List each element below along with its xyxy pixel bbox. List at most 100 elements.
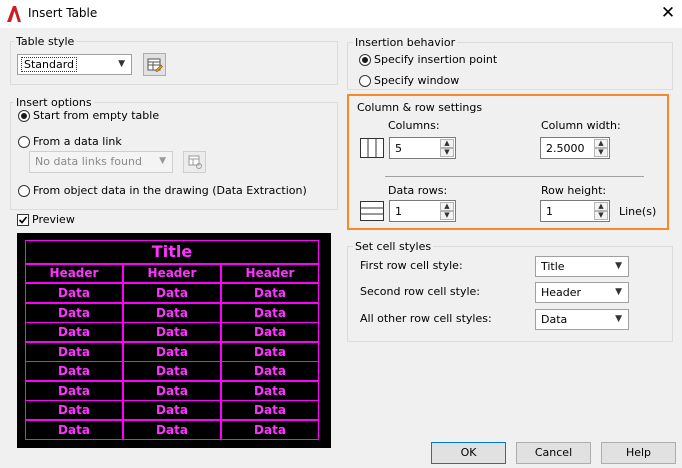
preview-data-cell: Data — [123, 380, 221, 401]
preview-data-cell: Data — [221, 361, 319, 381]
from-object-radio[interactable] — [18, 185, 30, 197]
data-rows-input[interactable]: 1 ▲ ▼ — [389, 200, 456, 222]
columns-value: 5 — [395, 142, 402, 155]
second-row-style-value: Header — [541, 286, 582, 299]
preview-data-cell: Data — [221, 322, 319, 342]
columns-icon — [360, 138, 384, 158]
preview-data-cell: Data — [221, 302, 319, 323]
preview-data-cell: Data — [25, 419, 123, 440]
row-height-input[interactable]: 1 ▲ ▼ — [540, 200, 610, 222]
help-button[interactable]: Help — [601, 442, 676, 464]
preview-data-cell: Data — [25, 400, 123, 420]
preview-data-cell: Data — [221, 400, 319, 420]
preview-data-cell: Data — [25, 341, 123, 362]
preview-data-cell: Data — [123, 400, 221, 420]
data-link-manager-button[interactable] — [183, 151, 206, 173]
spin-down-icon[interactable]: ▼ — [594, 148, 608, 157]
second-row-style-label: Second row cell style: — [360, 285, 480, 298]
row-height-label: Row height: — [541, 184, 607, 197]
preview-data-cell: Data — [123, 419, 221, 440]
table-style-dialog-button[interactable] — [143, 53, 166, 76]
preview-data-cell: Data — [25, 322, 123, 342]
preview-data-cell: Data — [25, 361, 123, 381]
spin-down-icon[interactable]: ▼ — [594, 211, 608, 220]
spin-up-icon[interactable]: ▲ — [594, 202, 608, 211]
start-empty-label[interactable]: Start from empty table — [33, 109, 159, 122]
preview-data-cell: Data — [123, 341, 221, 362]
data-link-manager-icon — [188, 155, 202, 169]
data-rows-value: 1 — [395, 205, 402, 218]
table-style-dialog-icon — [147, 58, 163, 72]
chevron-down-icon: ▼ — [118, 59, 125, 69]
preview-data-cell: Data — [221, 283, 319, 303]
cancel-button[interactable]: Cancel — [516, 442, 591, 464]
table-style-value: Standard — [21, 57, 78, 72]
data-link-select[interactable]: No data links found ▼ — [29, 151, 173, 173]
preview-data-cell: Data — [123, 361, 221, 381]
column-width-input[interactable]: 2.5000 ▲ ▼ — [540, 137, 610, 159]
from-object-label[interactable]: From object data in the drawing (Data Ex… — [33, 184, 307, 197]
chevron-down-icon: ▼ — [615, 314, 622, 324]
columns-label: Columns: — [388, 119, 440, 132]
preview-data-cell: Data — [221, 380, 319, 401]
preview-title-cell: Title — [25, 240, 319, 264]
row-height-unit: Line(s) — [619, 205, 657, 218]
row-height-value: 1 — [546, 205, 553, 218]
spin-up-icon[interactable]: ▲ — [440, 202, 454, 211]
chevron-down-icon: ▼ — [615, 261, 622, 271]
preview-data-cell: Data — [221, 341, 319, 362]
from-link-radio[interactable] — [18, 136, 30, 148]
spin-up-icon[interactable]: ▲ — [440, 139, 454, 148]
columns-input[interactable]: 5 ▲ ▼ — [389, 137, 456, 159]
start-empty-radio[interactable] — [18, 110, 30, 122]
insert-options-label: Insert options — [14, 96, 94, 109]
first-row-style-label: First row cell style: — [360, 259, 463, 272]
table-style-label: Table style — [14, 35, 77, 48]
preview-label[interactable]: Preview — [32, 213, 75, 226]
autocad-logo-icon — [7, 6, 21, 22]
table-style-select[interactable]: Standard ▼ — [17, 54, 132, 75]
divider — [385, 176, 644, 177]
table-preview: Title Header Header Header Data Data Data D… — [17, 233, 331, 448]
preview-header-cell: Header — [25, 264, 123, 283]
data-rows-label: Data rows: — [388, 184, 448, 197]
spin-up-icon[interactable]: ▲ — [594, 139, 608, 148]
column-width-label: Column width: — [541, 119, 621, 132]
other-row-style-value: Data — [541, 313, 568, 326]
preview-header-cell: Header — [123, 264, 221, 283]
insertion-behavior-label: Insertion behavior — [353, 36, 458, 49]
from-link-label[interactable]: From a data link — [33, 135, 122, 148]
preview-data-cell: Data — [221, 419, 319, 440]
first-row-style-value: Title — [541, 260, 565, 273]
preview-data-cell: Data — [25, 302, 123, 323]
window-title: Insert Table — [28, 6, 98, 20]
column-row-label: Column & row settings — [355, 101, 485, 114]
specify-window-radio[interactable] — [359, 75, 371, 87]
cell-styles-label: Set cell styles — [353, 240, 434, 253]
chevron-down-icon: ▼ — [159, 156, 166, 166]
spin-down-icon[interactable]: ▼ — [440, 211, 454, 220]
checkmark-icon — [18, 216, 28, 224]
preview-data-cell: Data — [123, 322, 221, 342]
specify-point-radio[interactable] — [359, 54, 371, 66]
preview-data-cell: Data — [123, 283, 221, 303]
preview-data-cell: Data — [25, 380, 123, 401]
other-row-style-label: All other row cell styles: — [360, 312, 492, 325]
preview-checkbox[interactable] — [17, 214, 29, 226]
rows-icon — [360, 201, 384, 221]
second-row-style-select[interactable]: Header ▼ — [535, 282, 629, 303]
title-bar — [0, 0, 682, 28]
chevron-down-icon: ▼ — [615, 287, 622, 297]
specify-window-label[interactable]: Specify window — [374, 74, 459, 87]
preview-header-cell: Header — [221, 264, 319, 283]
data-link-value: No data links found — [35, 155, 142, 168]
spin-down-icon[interactable]: ▼ — [440, 148, 454, 157]
preview-data-cell: Data — [25, 283, 123, 303]
specify-point-label[interactable]: Specify insertion point — [374, 53, 497, 66]
close-icon[interactable]: ✕ — [658, 3, 678, 23]
first-row-style-select[interactable]: Title ▼ — [535, 256, 629, 277]
other-row-style-select[interactable]: Data ▼ — [535, 309, 629, 330]
column-width-value: 2.5000 — [546, 142, 585, 155]
ok-button[interactable]: OK — [431, 442, 506, 464]
preview-data-cell: Data — [123, 302, 221, 323]
